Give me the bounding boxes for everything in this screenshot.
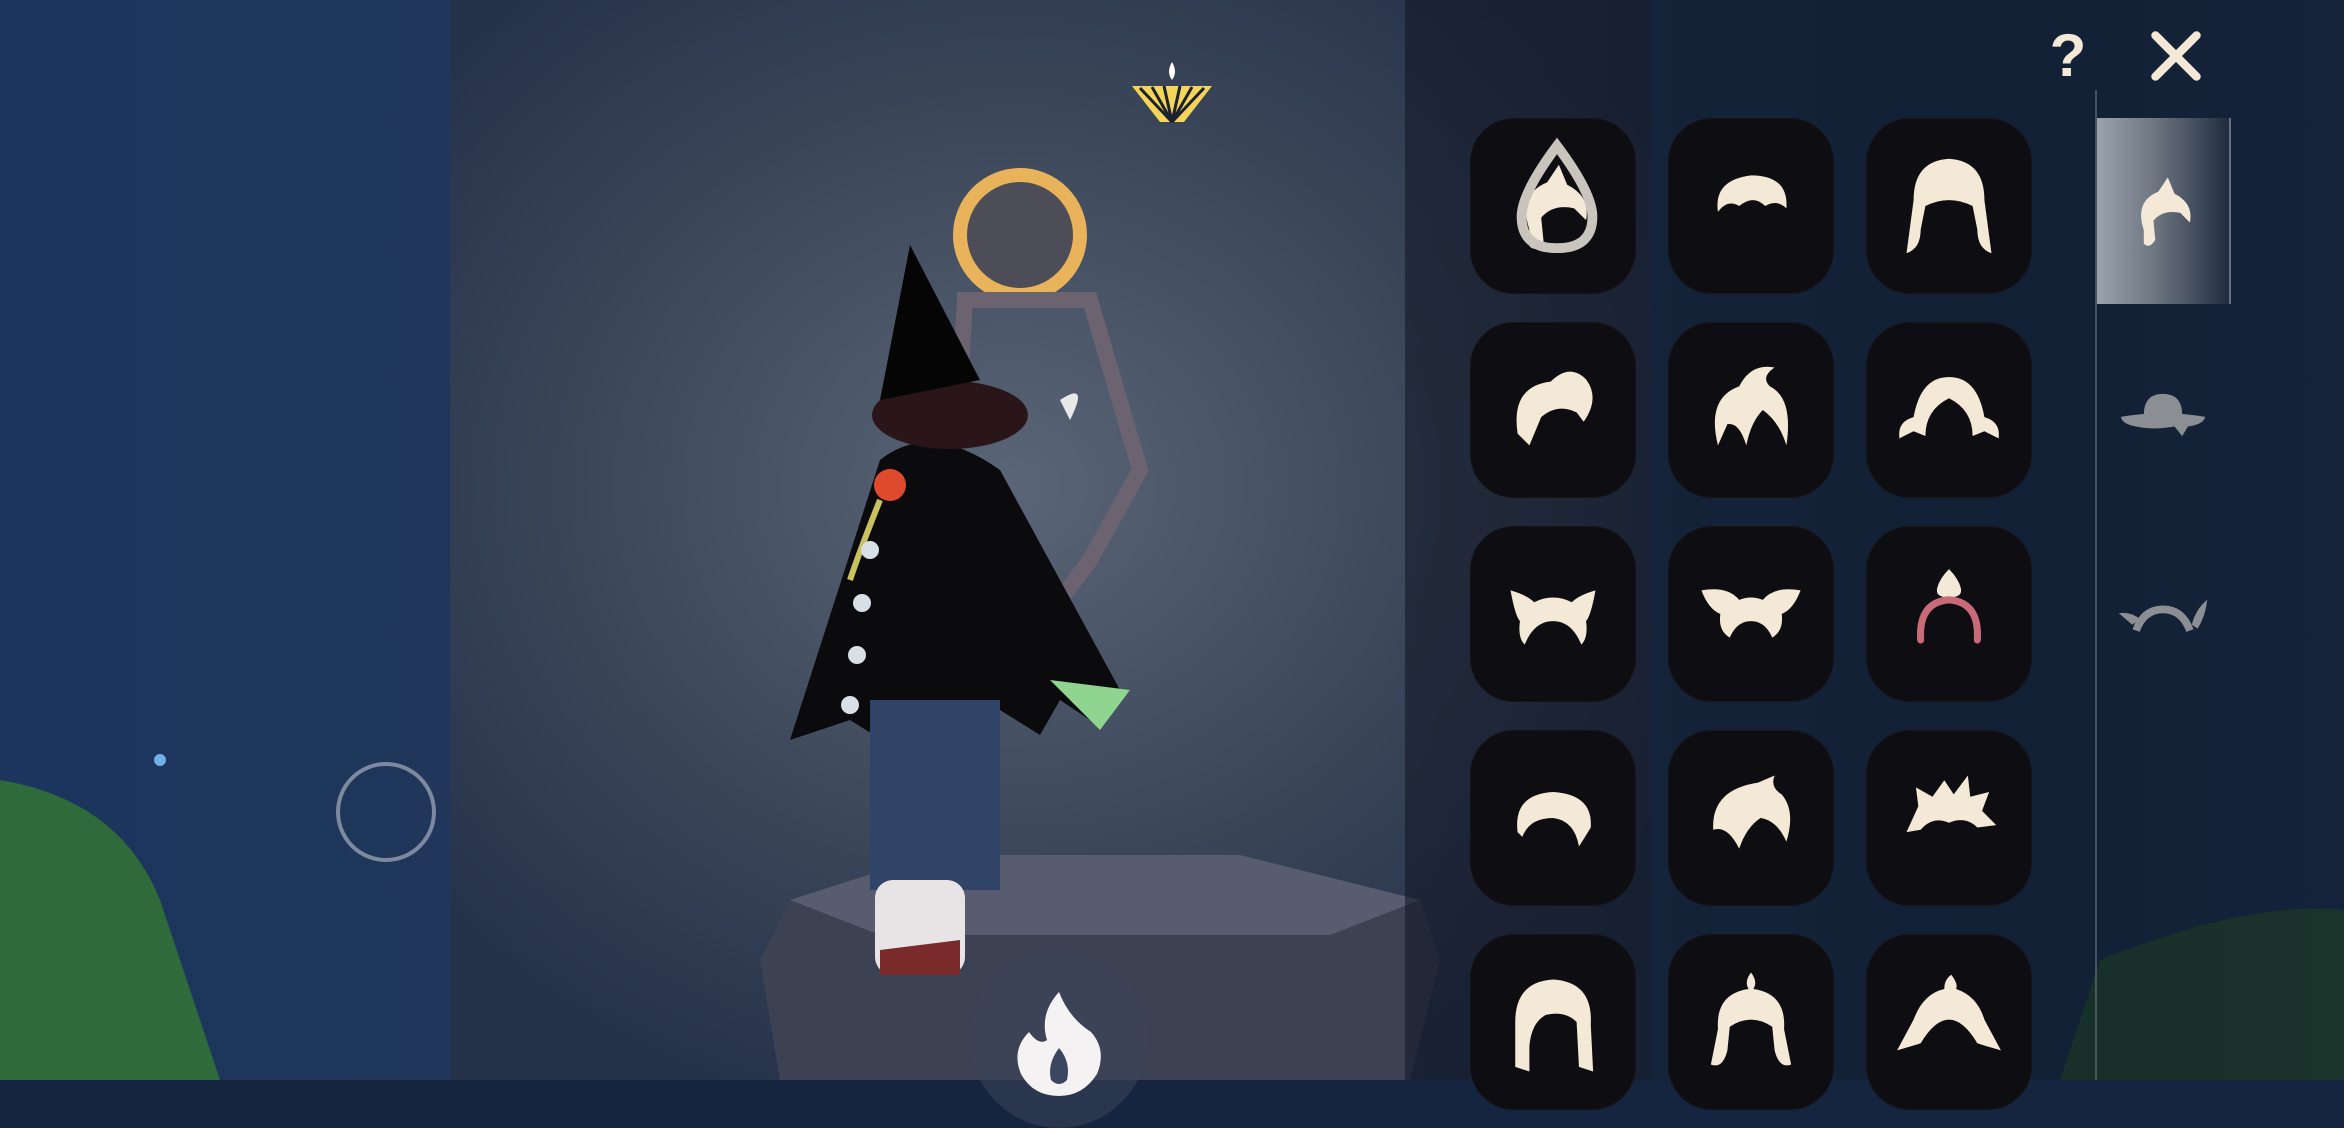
flame-button[interactable] [970, 950, 1148, 1128]
hair-option-ponytail[interactable] [1470, 322, 1636, 498]
hair-topknot-icon [1714, 366, 1789, 446]
hair-flared-icon [1897, 974, 2001, 1051]
hair-short-icon [1717, 175, 1787, 212]
close-icon [2151, 31, 2201, 81]
flame-icon [1017, 992, 1101, 1096]
help-button[interactable]: ? [2038, 26, 2098, 86]
hair-pigtails-icon [1906, 158, 1992, 254]
drop-icon [1516, 138, 1598, 254]
candle-wing-fan-icon [1124, 56, 1220, 128]
hair-option-braid[interactable] [1470, 118, 1636, 294]
hair-ponytail-icon [1516, 371, 1593, 446]
hair-option-side-tails[interactable] [1866, 322, 2032, 498]
hair-option-short[interactable] [1668, 118, 1834, 294]
hair-bow-buns-icon [1701, 589, 1801, 638]
hair-option-flared[interactable] [1866, 934, 2032, 1110]
tab-hair[interactable] [2097, 118, 2231, 304]
hair-option-headband[interactable] [1866, 526, 2032, 702]
hair-options-grid [1470, 118, 2032, 1110]
joystick-ring-icon[interactable] [336, 762, 436, 862]
hat-tab-icon [2120, 393, 2206, 437]
tab-horns[interactable] [2097, 526, 2229, 712]
tab-hat[interactable] [2097, 322, 2229, 508]
hair-buns-icon [1510, 590, 1596, 645]
hair-bob-icon [1517, 792, 1591, 847]
hair-option-bob[interactable] [1470, 730, 1636, 906]
hair-side-tails-icon [1899, 376, 1999, 439]
category-tabs [2097, 118, 2231, 730]
hair-option-spiky[interactable] [1866, 730, 2032, 906]
hair-option-braids[interactable] [1668, 934, 1834, 1110]
hair-option-bow-buns[interactable] [1668, 526, 1834, 702]
hair-option-long[interactable] [1470, 934, 1636, 1110]
horns-tab-icon [2118, 599, 2208, 632]
hair-long-icon [1515, 979, 1594, 1072]
question-icon: ? [2049, 22, 2087, 89]
hair-tab-icon [2141, 177, 2191, 246]
hair-braids-icon [1710, 972, 1792, 1066]
close-button[interactable] [2146, 26, 2206, 86]
hair-swept-icon [1713, 775, 1791, 849]
hair-option-swept[interactable] [1668, 730, 1834, 906]
hair-option-topknot[interactable] [1668, 322, 1834, 498]
hair-headband-icon [1917, 569, 1981, 644]
hair-option-pigtails[interactable] [1866, 118, 2032, 294]
hair-spiky-icon [1906, 775, 1997, 833]
hair-option-buns[interactable] [1470, 526, 1636, 702]
